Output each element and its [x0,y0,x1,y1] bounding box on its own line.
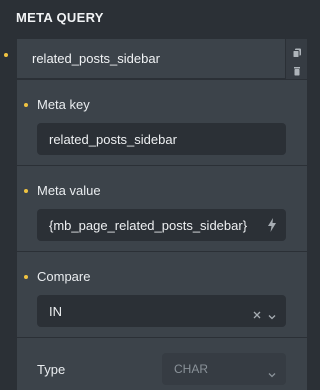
meta-key-value: related_posts_sidebar [49,132,177,147]
query-item-body: Meta key related_posts_sidebar Meta valu… [17,80,307,390]
meta-key-dot [24,103,28,107]
item-indicator-dot [4,53,8,57]
meta-key-input[interactable]: related_posts_sidebar [37,123,286,155]
meta-key-label: Meta key [37,97,90,112]
compare-value: IN [49,304,62,319]
compare-dot [24,275,28,279]
meta-value-label: Meta value [37,183,101,198]
type-select[interactable]: CHAR [162,353,286,385]
section-title: META QUERY [16,10,104,25]
meta-value-dot [24,189,28,193]
lightning-icon[interactable] [267,218,277,237]
chevron-down-icon[interactable] [268,307,276,325]
copy-icon[interactable] [292,45,302,58]
compare-control: Compare IN [17,252,307,338]
type-label: Type [37,362,66,377]
type-value: CHAR [174,362,209,376]
compare-select[interactable]: IN [37,295,286,327]
item-actions [285,39,307,79]
trash-icon[interactable] [292,63,302,76]
chevron-down-icon[interactable] [268,365,276,383]
type-control: Type CHAR [17,338,307,390]
meta-value-control: Meta value {mb_page_related_posts_sideba… [17,166,307,252]
meta-key-control: Meta key related_posts_sidebar [17,80,307,166]
compare-label: Compare [37,269,91,284]
query-item-title: related_posts_sidebar [32,51,160,66]
meta-value-input[interactable]: {mb_page_related_posts_sidebar} [37,209,286,241]
query-item-header[interactable]: related_posts_sidebar [17,39,307,79]
close-icon[interactable] [253,306,261,324]
meta-value-value: {mb_page_related_posts_sidebar} [49,218,248,233]
meta-query-panel: META QUERY related_posts_sidebar Meta ke… [0,0,315,390]
